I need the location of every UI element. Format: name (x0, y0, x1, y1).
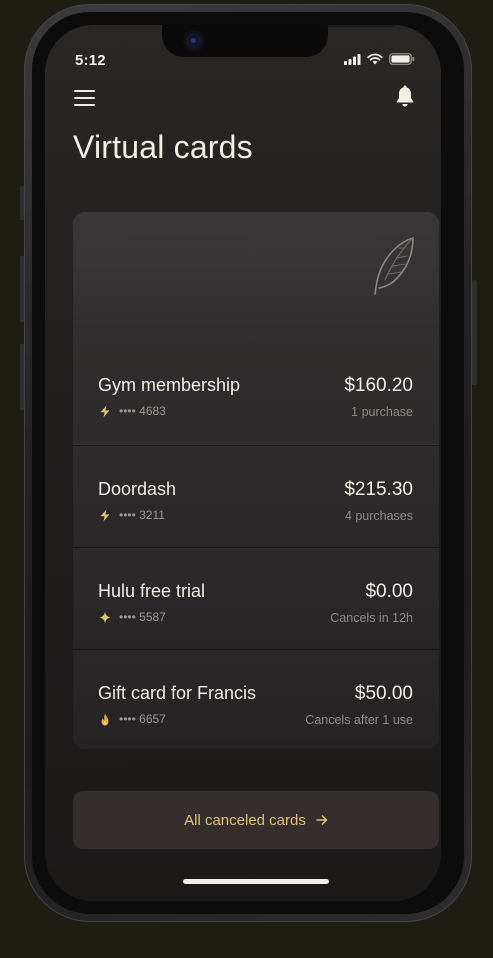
card-meta: •••• 4683 (99, 404, 166, 418)
canceled-button-label: All canceled cards (184, 811, 306, 829)
arrow-right-icon (316, 815, 328, 825)
flame-icon (101, 713, 109, 725)
feather-logo-icon (374, 237, 414, 295)
virtual-card-row[interactable]: Doordash $215.30 •••• 3211 4 purchases (73, 445, 439, 548)
front-camera-icon (186, 33, 202, 49)
card-status: 1 purchase (351, 405, 413, 419)
home-indicator[interactable] (183, 879, 329, 884)
card-name: Gym membership (98, 375, 241, 395)
card-amount: $160.20 (344, 375, 413, 396)
speaker-grille (327, 25, 395, 27)
card-name: Gift card for Francis (98, 683, 257, 703)
card-masked-number: •••• 5587 (119, 610, 166, 624)
camera-lens (191, 38, 196, 43)
virtual-card-row[interactable]: Hulu free trial $0.00 •••• 5587 Cancels … (73, 547, 439, 650)
card-amount: $0.00 (365, 581, 413, 602)
sparkle-icon (99, 611, 111, 623)
card-masked-number: •••• 6657 (119, 712, 166, 726)
virtual-card-row[interactable]: Gift card for Francis $50.00 •••• 6657 C… (73, 649, 439, 749)
card-amount: $50.00 (354, 683, 413, 704)
phone-screen: 5:12 Virtual cards Gym membership $160.2… (45, 25, 441, 901)
hamburger-menu-icon[interactable] (74, 89, 96, 107)
stage: 5:12 Virtual cards Gym membership $160.2… (0, 0, 493, 958)
all-canceled-cards-button[interactable]: All canceled cards (73, 791, 439, 849)
card-meta: •••• 3211 (99, 508, 165, 522)
card-name: Doordash (98, 479, 177, 499)
card-meta: •••• 5587 (99, 610, 166, 624)
card-art (73, 212, 439, 342)
wifi-icon (367, 53, 383, 65)
battery-icon (389, 53, 415, 65)
card-status: Cancels after 1 use (305, 713, 413, 727)
card-masked-number: •••• 3211 (119, 508, 165, 522)
card-status: Cancels in 12h (330, 611, 413, 625)
lightning-icon (100, 509, 110, 521)
lightning-icon (100, 405, 110, 417)
page-title: Virtual cards (73, 129, 253, 165)
bell-icon[interactable] (395, 84, 415, 108)
card-status: 4 purchases (344, 509, 413, 523)
status-time: 5:12 (75, 52, 106, 69)
status-icons (344, 52, 415, 66)
signal-bars-icon (344, 53, 361, 65)
card-masked-number: •••• 4683 (119, 404, 166, 418)
card-name: Hulu free trial (98, 581, 206, 601)
phone-frame: 5:12 Virtual cards Gym membership $160.2… (24, 4, 472, 922)
phone-bezel: 5:12 Virtual cards Gym membership $160.2… (32, 12, 464, 914)
card-meta: •••• 6657 (99, 712, 166, 726)
card-amount: $215.30 (344, 479, 413, 500)
power-button (472, 280, 477, 385)
virtual-card-row[interactable]: Gym membership $160.20 •••• 4683 1 purch… (73, 342, 439, 445)
virtual-card-stack: Gym membership $160.20 •••• 4683 1 purch… (73, 212, 439, 749)
